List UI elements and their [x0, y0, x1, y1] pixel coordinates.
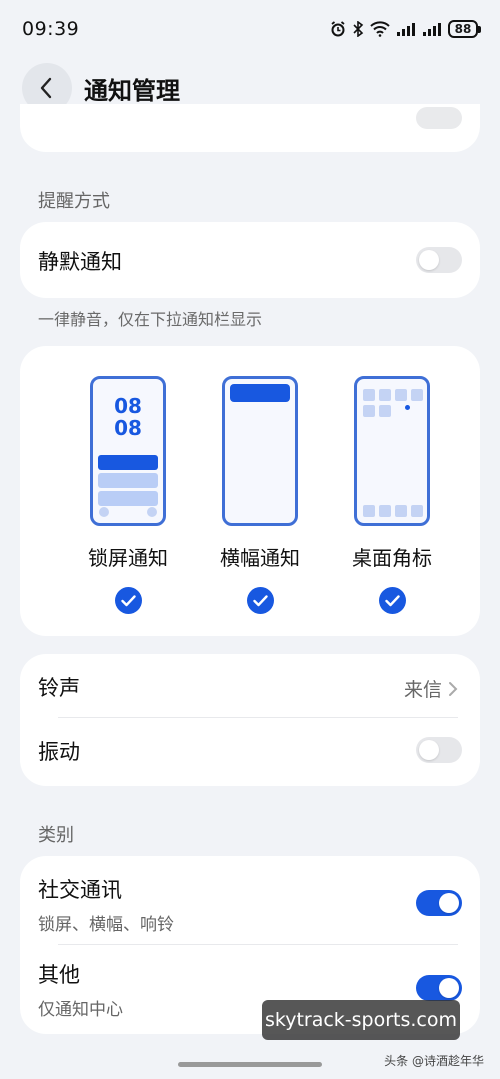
style-check[interactable]	[246, 587, 274, 614]
check-icon	[120, 594, 136, 606]
watermark: skytrack-sports.com	[262, 1000, 460, 1040]
check-icon	[252, 594, 268, 606]
ringtone-value: 来信	[403, 679, 442, 701]
style-badge[interactable]: 桌面角标	[342, 376, 442, 614]
category-sub: 仅通知中心	[38, 1000, 123, 1020]
category-sub: 锁屏、横幅、响铃	[38, 915, 174, 935]
style-banner[interactable]: 横幅通知	[210, 376, 310, 614]
vibration-row: 振动	[20, 718, 480, 786]
sound-card: 铃声 来信 振动	[20, 654, 480, 786]
signal-icon	[423, 23, 441, 36]
category-row[interactable]: 社交通讯 锁屏、横幅、响铃	[20, 856, 480, 944]
section-label-category: 类别	[38, 825, 74, 846]
preview-clock-hour: 08	[114, 394, 142, 418]
lockscreen-preview: 08 08	[90, 376, 166, 526]
toggle-knob	[439, 978, 459, 998]
chevron-right-icon	[449, 681, 458, 696]
home-indicator[interactable]	[178, 1062, 322, 1067]
category-toggle[interactable]	[416, 890, 462, 916]
bluetooth-icon	[353, 21, 364, 37]
scrolled-card	[20, 104, 480, 152]
vibration-label: 振动	[38, 740, 80, 764]
style-check[interactable]	[114, 587, 142, 614]
vibration-toggle[interactable]	[416, 737, 462, 763]
style-label: 横幅通知	[220, 546, 300, 570]
check-icon	[384, 594, 400, 606]
banner-preview	[222, 376, 298, 526]
styles-row: 08 08 锁屏通知 横幅通知 桌面角标	[20, 346, 480, 614]
signal-icon	[397, 23, 415, 36]
toggle-knob	[419, 250, 439, 270]
silent-helper-text: 一律静音，仅在下拉通知栏显示	[38, 310, 263, 329]
status-bar: 09:39 88	[0, 0, 500, 58]
source-tag: 头条 @诗酒趁年华	[384, 1054, 484, 1068]
style-label: 桌面角标	[352, 546, 432, 570]
wifi-icon	[370, 21, 390, 37]
ringtone-row[interactable]: 铃声 来信	[20, 654, 480, 718]
silent-toggle[interactable]	[416, 247, 462, 273]
category-toggle[interactable]	[416, 975, 462, 1001]
section-label-reminder: 提醒方式	[38, 191, 110, 212]
ringtone-label: 铃声	[38, 676, 80, 700]
scrolled-toggle[interactable]	[416, 107, 462, 129]
category-label: 其他	[38, 963, 80, 987]
style-label: 锁屏通知	[88, 546, 168, 570]
status-time: 09:39	[22, 18, 80, 40]
styles-card: 08 08 锁屏通知 横幅通知 桌面角标	[20, 346, 480, 636]
page-title: 通知管理	[84, 76, 180, 105]
preview-clock-minute: 08	[114, 416, 142, 440]
toggle-knob	[419, 740, 439, 760]
style-check[interactable]	[378, 587, 406, 614]
silent-card: 静默通知	[20, 222, 480, 298]
style-lockscreen[interactable]: 08 08 锁屏通知	[78, 376, 178, 614]
chevron-left-icon	[40, 77, 52, 99]
status-icons: 88	[330, 20, 481, 38]
toggle-knob	[439, 893, 459, 913]
alarm-icon	[331, 21, 345, 37]
battery-icon: 88	[448, 20, 481, 38]
category-label: 社交通讯	[38, 878, 122, 902]
silent-label: 静默通知	[38, 250, 122, 274]
badge-preview	[354, 376, 430, 526]
